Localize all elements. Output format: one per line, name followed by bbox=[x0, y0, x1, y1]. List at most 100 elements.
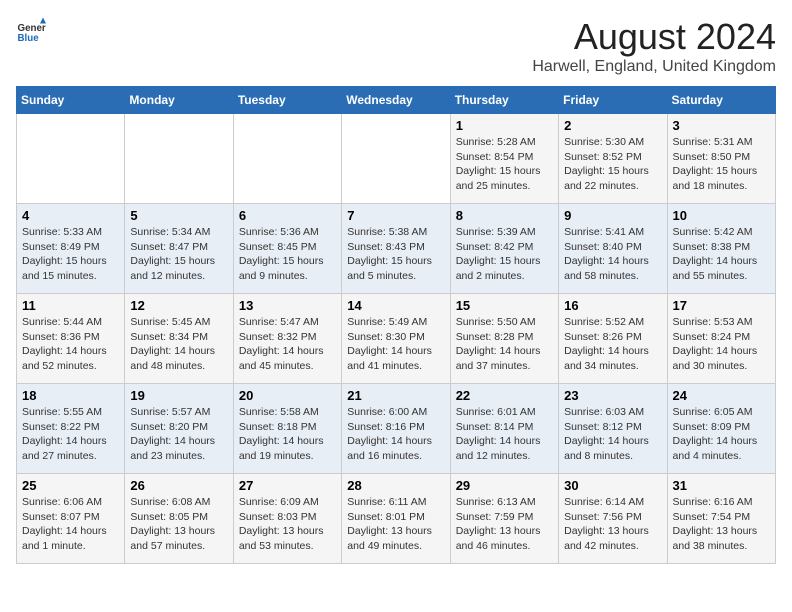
calendar-cell: 22 Sunrise: 6:01 AM Sunset: 8:14 PM Dayli… bbox=[450, 384, 558, 474]
day-number: 26 bbox=[130, 478, 227, 493]
calendar-cell: 25 Sunrise: 6:06 AM Sunset: 8:07 PM Dayli… bbox=[17, 474, 125, 564]
day-number: 29 bbox=[456, 478, 553, 493]
calendar-cell: 31Sunrise: 6:16 AM Sunset: 7:54 PM Dayli… bbox=[667, 474, 775, 564]
calendar-cell: 26 Sunrise: 6:08 AM Sunset: 8:05 PM Dayli… bbox=[125, 474, 233, 564]
subtitle: Harwell, England, United Kingdom bbox=[532, 58, 776, 76]
day-info: Sunrise: 5:49 AM Sunset: 8:30 PM Dayligh… bbox=[347, 315, 444, 374]
day-info: Sunrise: 5:39 AM Sunset: 8:42 PM Dayligh… bbox=[456, 225, 553, 284]
day-number: 18 bbox=[22, 388, 119, 403]
calendar-cell: 18 Sunrise: 5:55 AM Sunset: 8:22 PM Dayli… bbox=[17, 384, 125, 474]
calendar-cell: 20 Sunrise: 5:58 AM Sunset: 8:18 PM Dayli… bbox=[233, 384, 341, 474]
day-info: Sunrise: 5:50 AM Sunset: 8:28 PM Dayligh… bbox=[456, 315, 553, 374]
header-sunday: Sunday bbox=[17, 87, 125, 114]
calendar-cell: 30 Sunrise: 6:14 AM Sunset: 7:56 PM Dayli… bbox=[559, 474, 667, 564]
day-info: Sunrise: 5:33 AM Sunset: 8:49 PM Dayligh… bbox=[22, 225, 119, 284]
calendar-cell: 10Sunrise: 5:42 AM Sunset: 8:38 PM Dayli… bbox=[667, 204, 775, 294]
day-number: 17 bbox=[673, 298, 770, 313]
svg-text:Blue: Blue bbox=[18, 33, 40, 44]
calendar-cell: 13Sunrise: 5:47 AM Sunset: 8:32 PM Dayli… bbox=[233, 294, 341, 384]
calendar-cell: 6 Sunrise: 5:36 AM Sunset: 8:45 PM Daylig… bbox=[233, 204, 341, 294]
day-number: 23 bbox=[564, 388, 661, 403]
calendar-cell: 1 Sunrise: 5:28 AM Sunset: 8:54 PM Daylig… bbox=[450, 114, 558, 204]
day-number: 5 bbox=[130, 208, 227, 223]
day-number: 27 bbox=[239, 478, 336, 493]
calendar-cell: 27 Sunrise: 6:09 AM Sunset: 8:03 PM Dayli… bbox=[233, 474, 341, 564]
day-number: 28 bbox=[347, 478, 444, 493]
day-info: Sunrise: 6:00 AM Sunset: 8:16 PM Dayligh… bbox=[347, 405, 444, 464]
day-info: Sunrise: 5:52 AM Sunset: 8:26 PM Dayligh… bbox=[564, 315, 661, 374]
header-monday: Monday bbox=[125, 87, 233, 114]
week-row-4: 18 Sunrise: 5:55 AM Sunset: 8:22 PM Dayli… bbox=[17, 384, 776, 474]
logo: General Blue bbox=[16, 16, 46, 46]
day-number: 6 bbox=[239, 208, 336, 223]
day-number: 19 bbox=[130, 388, 227, 403]
day-number: 25 bbox=[22, 478, 119, 493]
header-tuesday: Tuesday bbox=[233, 87, 341, 114]
day-number: 30 bbox=[564, 478, 661, 493]
day-number: 1 bbox=[456, 118, 553, 133]
header: General Blue August 2024 Harwell, Englan… bbox=[16, 16, 776, 76]
day-info: Sunrise: 5:58 AM Sunset: 8:18 PM Dayligh… bbox=[239, 405, 336, 464]
day-info: Sunrise: 5:44 AM Sunset: 8:36 PM Dayligh… bbox=[22, 315, 119, 374]
main-title: August 2024 bbox=[532, 16, 776, 58]
day-info: Sunrise: 5:41 AM Sunset: 8:40 PM Dayligh… bbox=[564, 225, 661, 284]
day-info: Sunrise: 6:03 AM Sunset: 8:12 PM Dayligh… bbox=[564, 405, 661, 464]
calendar-cell: 29Sunrise: 6:13 AM Sunset: 7:59 PM Dayli… bbox=[450, 474, 558, 564]
calendar-cell: 16Sunrise: 5:52 AM Sunset: 8:26 PM Dayli… bbox=[559, 294, 667, 384]
day-info: Sunrise: 5:28 AM Sunset: 8:54 PM Dayligh… bbox=[456, 135, 553, 194]
day-number: 8 bbox=[456, 208, 553, 223]
calendar-cell: 4Sunrise: 5:33 AM Sunset: 8:49 PM Daylig… bbox=[17, 204, 125, 294]
day-number: 3 bbox=[673, 118, 770, 133]
day-info: Sunrise: 5:53 AM Sunset: 8:24 PM Dayligh… bbox=[673, 315, 770, 374]
calendar-cell bbox=[342, 114, 450, 204]
calendar-cell: 2Sunrise: 5:30 AM Sunset: 8:52 PM Daylig… bbox=[559, 114, 667, 204]
day-info: Sunrise: 5:34 AM Sunset: 8:47 PM Dayligh… bbox=[130, 225, 227, 284]
day-info: Sunrise: 5:30 AM Sunset: 8:52 PM Dayligh… bbox=[564, 135, 661, 194]
header-wednesday: Wednesday bbox=[342, 87, 450, 114]
calendar-cell bbox=[233, 114, 341, 204]
calendar-cell: 8 Sunrise: 5:39 AM Sunset: 8:42 PM Daylig… bbox=[450, 204, 558, 294]
day-number: 20 bbox=[239, 388, 336, 403]
calendar-cell: 28 Sunrise: 6:11 AM Sunset: 8:01 PM Dayli… bbox=[342, 474, 450, 564]
day-number: 10 bbox=[673, 208, 770, 223]
day-number: 24 bbox=[673, 388, 770, 403]
day-number: 11 bbox=[22, 298, 119, 313]
day-info: Sunrise: 6:01 AM Sunset: 8:14 PM Dayligh… bbox=[456, 405, 553, 464]
day-info: Sunrise: 6:16 AM Sunset: 7:54 PM Dayligh… bbox=[673, 495, 770, 554]
week-row-5: 25 Sunrise: 6:06 AM Sunset: 8:07 PM Dayli… bbox=[17, 474, 776, 564]
calendar-cell: 21 Sunrise: 6:00 AM Sunset: 8:16 PM Dayli… bbox=[342, 384, 450, 474]
calendar-cell: 9 Sunrise: 5:41 AM Sunset: 8:40 PM Daylig… bbox=[559, 204, 667, 294]
day-info: Sunrise: 5:36 AM Sunset: 8:45 PM Dayligh… bbox=[239, 225, 336, 284]
calendar-cell: 14 Sunrise: 5:49 AM Sunset: 8:30 PM Dayli… bbox=[342, 294, 450, 384]
calendar-cell: 15 Sunrise: 5:50 AM Sunset: 8:28 PM Dayli… bbox=[450, 294, 558, 384]
day-info: Sunrise: 6:09 AM Sunset: 8:03 PM Dayligh… bbox=[239, 495, 336, 554]
day-info: Sunrise: 5:45 AM Sunset: 8:34 PM Dayligh… bbox=[130, 315, 227, 374]
week-row-1: 1 Sunrise: 5:28 AM Sunset: 8:54 PM Daylig… bbox=[17, 114, 776, 204]
day-number: 22 bbox=[456, 388, 553, 403]
calendar-header-row: SundayMondayTuesdayWednesdayThursdayFrid… bbox=[17, 87, 776, 114]
day-info: Sunrise: 6:06 AM Sunset: 8:07 PM Dayligh… bbox=[22, 495, 119, 554]
day-number: 14 bbox=[347, 298, 444, 313]
header-saturday: Saturday bbox=[667, 87, 775, 114]
day-info: Sunrise: 6:11 AM Sunset: 8:01 PM Dayligh… bbox=[347, 495, 444, 554]
calendar-cell bbox=[17, 114, 125, 204]
calendar-cell: 5 Sunrise: 5:34 AM Sunset: 8:47 PM Daylig… bbox=[125, 204, 233, 294]
calendar-cell: 11 Sunrise: 5:44 AM Sunset: 8:36 PM Dayli… bbox=[17, 294, 125, 384]
day-info: Sunrise: 5:55 AM Sunset: 8:22 PM Dayligh… bbox=[22, 405, 119, 464]
day-info: Sunrise: 6:14 AM Sunset: 7:56 PM Dayligh… bbox=[564, 495, 661, 554]
day-number: 13 bbox=[239, 298, 336, 313]
day-number: 9 bbox=[564, 208, 661, 223]
header-thursday: Thursday bbox=[450, 87, 558, 114]
day-info: Sunrise: 5:57 AM Sunset: 8:20 PM Dayligh… bbox=[130, 405, 227, 464]
day-info: Sunrise: 5:38 AM Sunset: 8:43 PM Dayligh… bbox=[347, 225, 444, 284]
calendar-cell: 24Sunrise: 6:05 AM Sunset: 8:09 PM Dayli… bbox=[667, 384, 775, 474]
day-number: 21 bbox=[347, 388, 444, 403]
logo-icon: General Blue bbox=[16, 16, 46, 46]
header-friday: Friday bbox=[559, 87, 667, 114]
week-row-2: 4Sunrise: 5:33 AM Sunset: 8:49 PM Daylig… bbox=[17, 204, 776, 294]
day-number: 15 bbox=[456, 298, 553, 313]
day-info: Sunrise: 6:08 AM Sunset: 8:05 PM Dayligh… bbox=[130, 495, 227, 554]
week-row-3: 11 Sunrise: 5:44 AM Sunset: 8:36 PM Dayli… bbox=[17, 294, 776, 384]
title-block: August 2024 Harwell, England, United Kin… bbox=[532, 16, 776, 76]
calendar-cell: 3Sunrise: 5:31 AM Sunset: 8:50 PM Daylig… bbox=[667, 114, 775, 204]
